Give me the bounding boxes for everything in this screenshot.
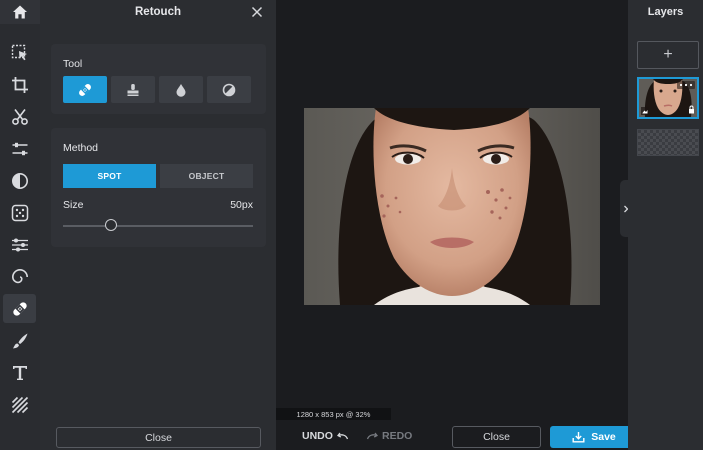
panel-close-button[interactable] — [248, 3, 266, 21]
brush-icon — [12, 333, 27, 348]
rail-select-tool[interactable] — [3, 38, 36, 67]
rail-adjust-tool[interactable] — [3, 134, 36, 163]
method-label: Method — [63, 142, 99, 154]
method-spot-button[interactable]: SPOT — [63, 164, 156, 188]
layers-panel: Layers + — [628, 0, 703, 450]
swirl-icon — [11, 268, 28, 283]
layer-photo-thumbnail[interactable] — [637, 77, 699, 119]
bandage-icon — [79, 83, 91, 96]
rail-swirl-tool[interactable] — [3, 262, 36, 291]
clone-tool-button[interactable] — [111, 76, 155, 103]
download-icon — [572, 432, 585, 443]
sliders-icon — [12, 142, 27, 155]
rail-text-tool[interactable] — [3, 358, 36, 387]
home-icon — [13, 5, 27, 19]
tool-label: Tool — [63, 58, 83, 70]
panel-close-bottom-button[interactable]: Close — [56, 427, 261, 448]
bandage-icon — [12, 301, 27, 316]
size-label: Size — [63, 199, 84, 211]
layers-title: Layers — [647, 6, 684, 18]
save-button[interactable]: Save — [550, 426, 638, 448]
dodge-burn-icon — [222, 83, 236, 96]
redo-button[interactable]: REDO — [366, 430, 412, 442]
save-label: Save — [591, 431, 616, 443]
size-slider-track[interactable] — [63, 225, 253, 227]
add-layer-button[interactable]: + — [637, 41, 699, 69]
size-slider-knob[interactable] — [104, 219, 117, 231]
tool-card: Tool — [51, 44, 266, 114]
scissors-icon — [11, 108, 28, 125]
blur-tool-button[interactable] — [159, 76, 203, 103]
portrait-photo — [304, 108, 600, 305]
panel-title: Retouch — [135, 6, 181, 18]
drop-icon — [176, 83, 186, 97]
stamp-icon — [127, 83, 139, 96]
redo-label: REDO — [382, 430, 413, 442]
stripes-icon — [11, 396, 28, 413]
dodge-tool-button[interactable] — [207, 76, 251, 103]
close-icon — [251, 6, 263, 18]
layer-empty-thumbnail[interactable] — [637, 129, 699, 156]
contrast-icon — [11, 172, 28, 189]
method-card: Method SPOT OBJECT Size 50px — [51, 128, 266, 247]
photo-canvas[interactable] — [304, 108, 600, 305]
plus-icon: + — [663, 46, 673, 63]
rail-cut-tool[interactable] — [3, 102, 36, 131]
nodes-icon — [11, 238, 28, 251]
image-size-readout: 1280 x 853 px @ 32% — [276, 408, 391, 420]
canvas-area[interactable]: 1280 x 853 px @ 32% — [276, 0, 628, 420]
rail-effects-tool[interactable] — [3, 198, 36, 227]
select-arrow-icon — [11, 44, 27, 60]
dots-grid-icon — [11, 204, 28, 221]
redo-icon — [366, 432, 378, 440]
rail-draw-tool[interactable] — [3, 326, 36, 355]
rail-retouch-tool[interactable] — [3, 294, 36, 323]
undo-label: UNDO — [302, 430, 333, 442]
layer-thumbnail-image — [639, 79, 697, 117]
rail-filter-tool[interactable] — [3, 166, 36, 195]
tool-rail — [0, 0, 40, 450]
bottom-action-bar: UNDO REDO Close Save — [276, 420, 638, 450]
rail-texture-tool[interactable] — [3, 390, 36, 419]
rail-crop-tool[interactable] — [3, 70, 36, 99]
crop-icon — [11, 76, 28, 93]
size-value: 50px — [230, 199, 253, 211]
rail-liquify-tool[interactable] — [3, 230, 36, 259]
method-object-button[interactable]: OBJECT — [160, 164, 253, 188]
undo-button[interactable]: UNDO — [302, 430, 349, 442]
retouch-panel: Retouch Tool Method SPOT OBJECT Size 50p… — [40, 0, 276, 450]
panel-header: Retouch — [40, 0, 276, 24]
close-button[interactable]: Close — [452, 426, 541, 448]
undo-icon — [336, 432, 349, 440]
home-button[interactable] — [0, 0, 40, 24]
heal-tool-button[interactable] — [63, 76, 107, 103]
text-icon — [12, 365, 27, 380]
